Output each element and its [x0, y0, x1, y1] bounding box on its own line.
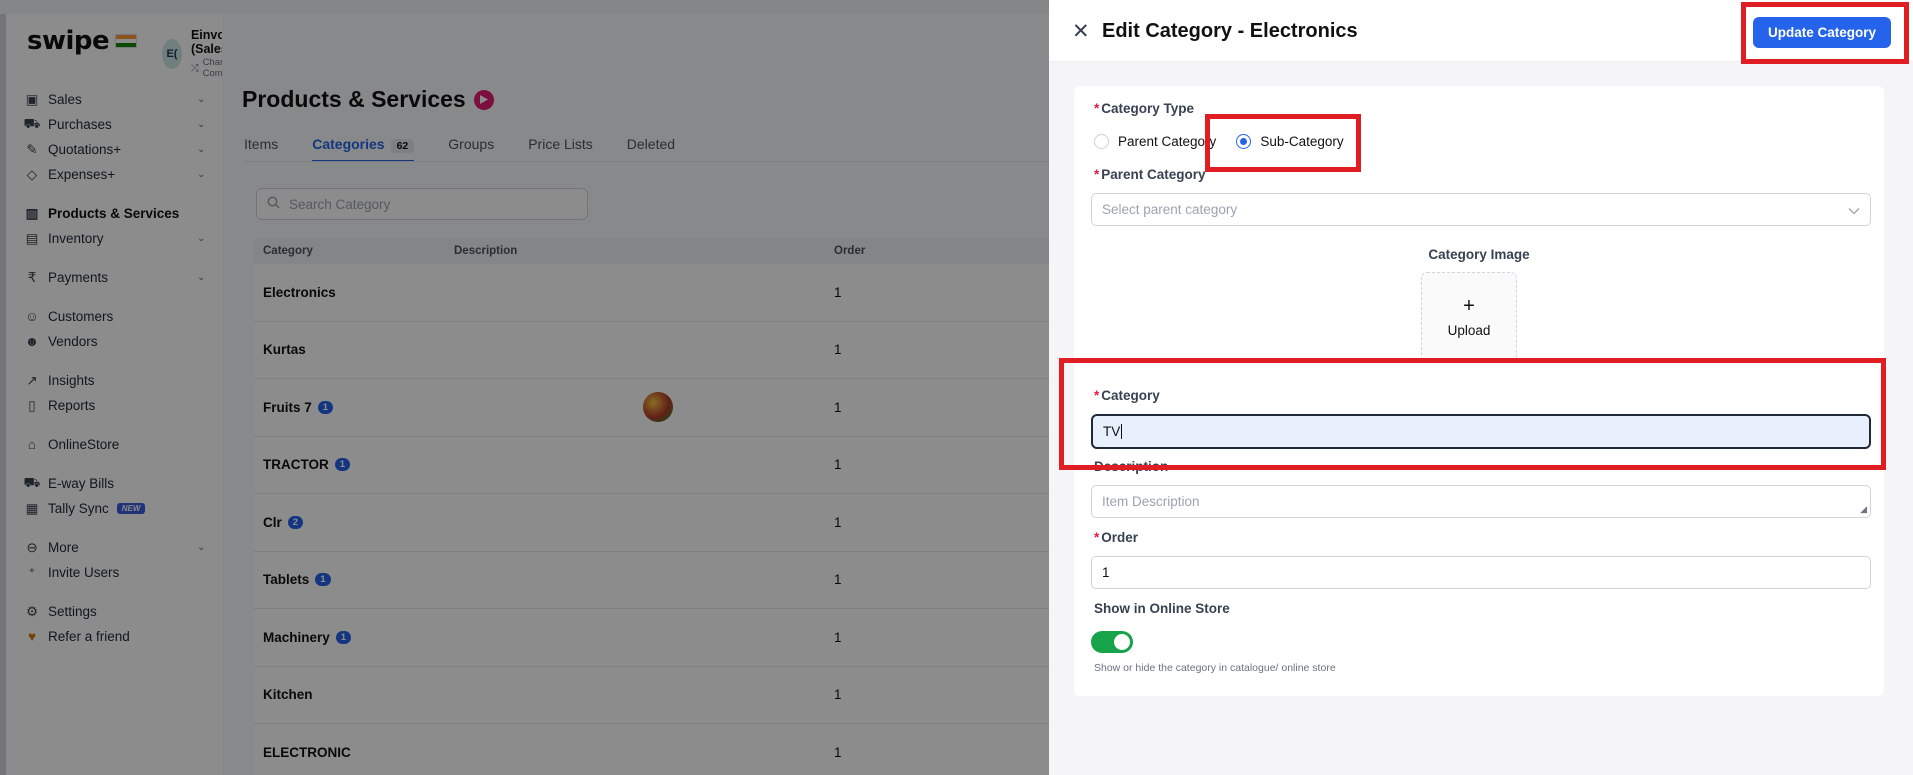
- order-input[interactable]: 1: [1091, 556, 1871, 589]
- parent-category-option-label[interactable]: Parent Category: [1118, 134, 1216, 149]
- description-textarea[interactable]: Item Description ◢: [1091, 485, 1871, 518]
- close-icon[interactable]: ✕: [1072, 21, 1090, 42]
- parent-category-label: * Parent Category: [1094, 167, 1206, 182]
- drawer-header: ✕ Edit Category - Electronics Update Cat…: [1049, 0, 1913, 62]
- category-type-label: * Category Type: [1094, 101, 1195, 116]
- chevron-down-icon: [1848, 203, 1860, 218]
- sub-category-radio[interactable]: [1236, 134, 1252, 149]
- modal-overlay[interactable]: [0, 0, 1049, 775]
- resize-handle-icon[interactable]: ◢: [1860, 504, 1867, 515]
- upload-image-button[interactable]: + Upload: [1421, 272, 1517, 362]
- online-store-hint: Show or hide the category in catalogue/ …: [1094, 662, 1336, 674]
- parent-category-select[interactable]: Select parent category: [1091, 193, 1871, 226]
- description-label: Description: [1094, 459, 1169, 474]
- drawer-title: Edit Category - Electronics: [1102, 20, 1358, 42]
- toggle-knob: [1114, 634, 1130, 650]
- category-type-radio-group: Parent Category Sub-Category: [1094, 134, 1344, 149]
- parent-category-radio[interactable]: [1094, 134, 1109, 149]
- category-image-label: Category Image: [1428, 247, 1530, 262]
- category-form: * Category Type Parent Category Sub-Categ…: [1074, 86, 1884, 696]
- update-category-button[interactable]: Update Category: [1753, 17, 1891, 48]
- online-store-label: Show in Online Store: [1094, 601, 1230, 616]
- sub-category-option-label[interactable]: Sub-Category: [1260, 134, 1343, 149]
- online-store-toggle[interactable]: [1091, 631, 1133, 653]
- category-name-input[interactable]: TV: [1091, 414, 1871, 449]
- category-name-label: * Category: [1094, 388, 1160, 403]
- order-label: * Order: [1094, 530, 1139, 545]
- plus-icon: +: [1463, 295, 1475, 317]
- edit-category-drawer: ✕ Edit Category - Electronics Update Cat…: [1049, 0, 1913, 775]
- text-caret: [1121, 424, 1123, 439]
